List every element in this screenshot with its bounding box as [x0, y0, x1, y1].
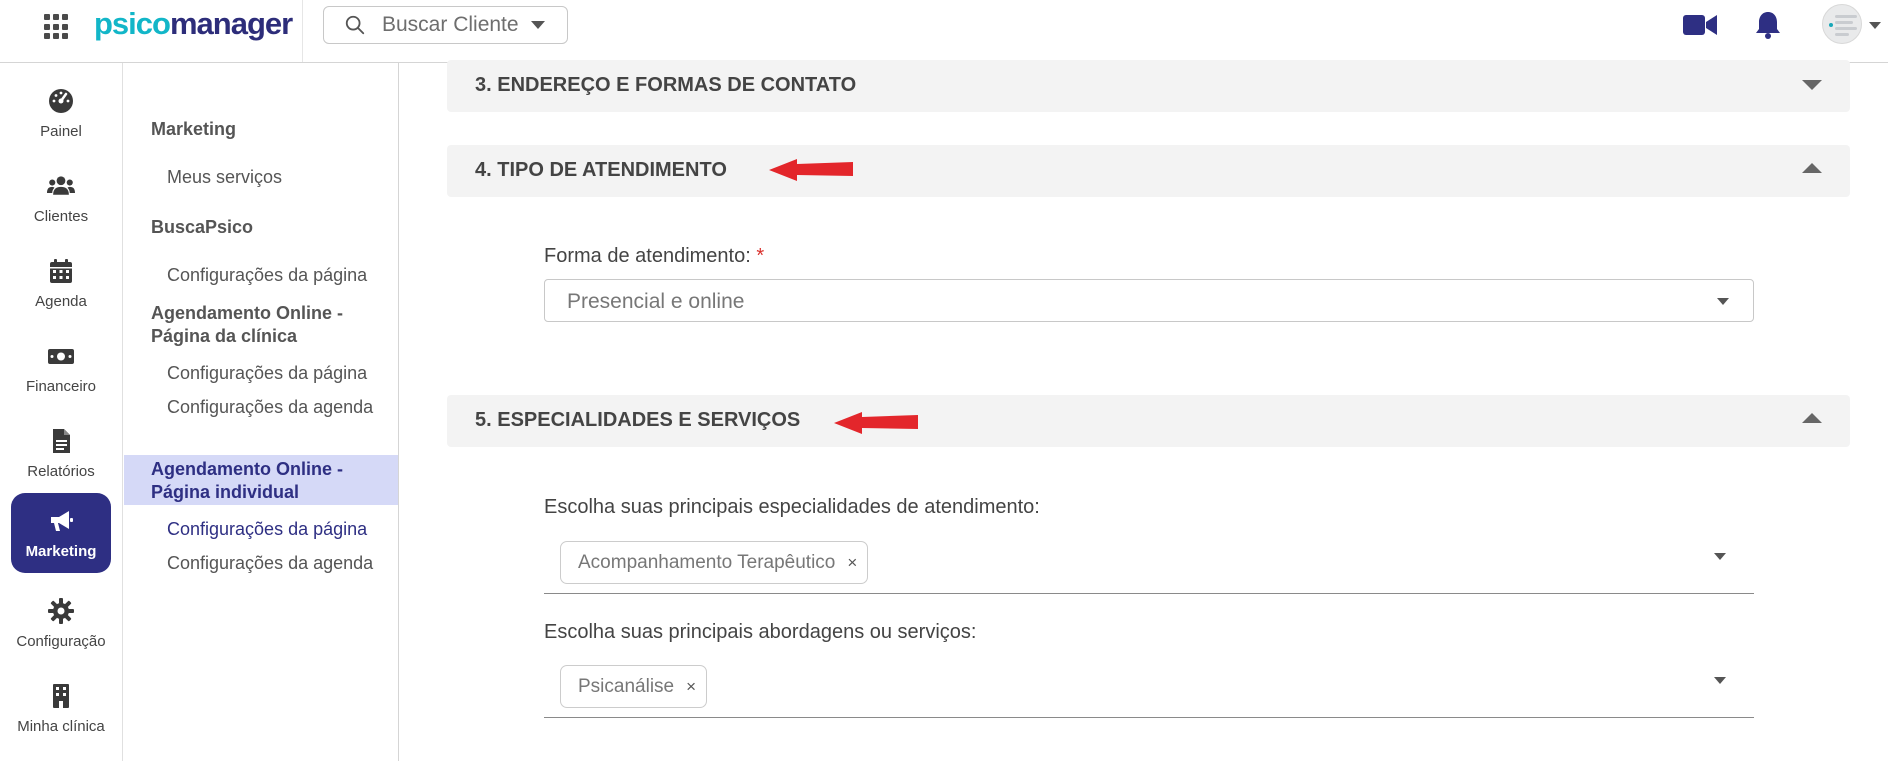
chevron-down-icon: [1714, 677, 1726, 684]
section-3-header[interactable]: 3. ENDEREÇO E FORMAS DE CONTATO: [447, 60, 1850, 112]
nav-item-agenda[interactable]: Agenda: [11, 243, 111, 323]
dashboard-gauge-icon: [49, 88, 73, 113]
nav-item-marketing[interactable]: Marketing: [11, 493, 111, 573]
nav-label: Marketing: [25, 542, 97, 560]
chip: Acompanhamento Terapêutico ×: [560, 541, 869, 584]
subnav-group-agendamento-clinica: Agendamento Online - Página da clínica: [151, 303, 344, 346]
nav-item-minha-clinica[interactable]: Minha clínica: [11, 668, 111, 748]
chevron-down-icon: [1714, 553, 1726, 560]
nav-item-clientes[interactable]: Clientes: [11, 158, 111, 238]
especialidades-label: Escolha suas principais especialidades d…: [544, 496, 1040, 518]
abordagens-multiselect[interactable]: Psicanálise ×: [544, 655, 1754, 718]
section-title: 5. ESPECIALIDADES E SERVIÇOS: [475, 409, 801, 431]
chevron-down-icon: [530, 21, 545, 29]
label-text: Forma de atendimento:: [544, 245, 751, 267]
chevron-down-icon[interactable]: [1869, 22, 1881, 29]
remove-chip-icon[interactable]: ×: [686, 677, 696, 697]
gear-icon: [48, 597, 74, 624]
forma-atendimento-select[interactable]: Presencial e online: [544, 279, 1754, 322]
chevron-up-icon: [1802, 413, 1822, 423]
subnav-link-individual-config-pagina[interactable]: Configurações da página: [167, 518, 392, 541]
subnav-link-meus-servicos[interactable]: Meus serviços: [167, 166, 392, 189]
subnav-group-agendamento-individual[interactable]: Agendamento Online - Página individual: [151, 458, 391, 504]
nav-label: Financeiro: [25, 377, 97, 395]
subnav-group-buscapsico: BuscaPsico: [151, 217, 254, 237]
chip-label: Acompanhamento Terapêutico: [578, 551, 836, 573]
chevron-down-icon: [1802, 80, 1822, 90]
search-client-input[interactable]: Buscar Cliente: [323, 6, 568, 44]
avatar[interactable]: [1822, 4, 1862, 44]
bell-icon[interactable]: [1754, 10, 1782, 40]
subnav-group-marketing: Marketing: [151, 119, 237, 139]
users-icon: [47, 175, 75, 195]
remove-chip-icon[interactable]: ×: [847, 553, 857, 573]
nav-label: Configuração: [16, 632, 106, 650]
nav-label: Clientes: [33, 207, 89, 225]
logo-part-2: manager: [169, 6, 293, 41]
file-text-icon: [53, 428, 70, 453]
chip: Psicanálise ×: [560, 665, 708, 708]
subnav-link-clinica-config-pagina[interactable]: Configurações da página: [167, 362, 392, 385]
annotation-arrow-icon: [769, 159, 853, 181]
building-icon: [53, 683, 69, 708]
top-bar: psicomanager Buscar Cliente: [0, 0, 1888, 63]
subnav-link-clinica-config-agenda[interactable]: Configurações da agenda: [167, 396, 392, 419]
logo[interactable]: psicomanager: [94, 6, 293, 42]
subnav-link-buscapsico-config-pagina[interactable]: Configurações da página: [167, 264, 392, 287]
nav-label: Agenda: [35, 292, 87, 310]
nav-label: Relatórios: [27, 462, 95, 480]
required-mark: *: [756, 245, 765, 267]
chip-label: Psicanálise: [578, 675, 675, 697]
section-title: 4. TIPO DE ATENDIMENTO: [475, 159, 727, 181]
money-icon: [48, 348, 74, 364]
annotation-arrow-icon: [834, 412, 918, 434]
apps-grid-icon[interactable]: [44, 14, 70, 40]
megaphone-icon: [51, 510, 73, 531]
chevron-down-icon: [1717, 298, 1729, 305]
nav-label: Painel: [40, 122, 82, 140]
section-4-header[interactable]: 4. TIPO DE ATENDIMENTO: [447, 145, 1850, 197]
nav-item-relatorios[interactable]: Relatórios: [11, 413, 111, 493]
divider: [302, 0, 303, 62]
chevron-up-icon: [1802, 163, 1822, 173]
section-5-header[interactable]: 5. ESPECIALIDADES E SERVIÇOS: [447, 395, 1850, 447]
calendar-icon: [50, 258, 72, 283]
nav-label: Minha clínica: [17, 717, 105, 735]
section-title: 3. ENDEREÇO E FORMAS DE CONTATO: [475, 74, 857, 96]
logo-part-1: psico: [94, 6, 171, 41]
search-placeholder: Buscar Cliente: [382, 13, 519, 36]
subnav-link-individual-config-agenda[interactable]: Configurações da agenda: [167, 552, 392, 575]
selected-value: Presencial e online: [567, 290, 745, 313]
nav-item-painel[interactable]: Painel: [11, 73, 111, 153]
video-camera-icon[interactable]: [1683, 14, 1717, 36]
nav-item-financeiro[interactable]: Financeiro: [11, 328, 111, 408]
left-nav: Painel Clientes Agenda Financeiro Relató…: [0, 63, 123, 761]
search-icon: [345, 15, 365, 35]
especialidades-multiselect[interactable]: Acompanhamento Terapêutico ×: [544, 531, 1754, 594]
abordagens-label: Escolha suas principais abordagens ou se…: [544, 621, 977, 643]
nav-item-configuracao[interactable]: Configuração: [11, 583, 111, 663]
forma-atendimento-label: Forma de atendimento: *: [544, 245, 764, 268]
marketing-subnav: Marketing Meus serviços BuscaPsico Confi…: [124, 63, 399, 761]
